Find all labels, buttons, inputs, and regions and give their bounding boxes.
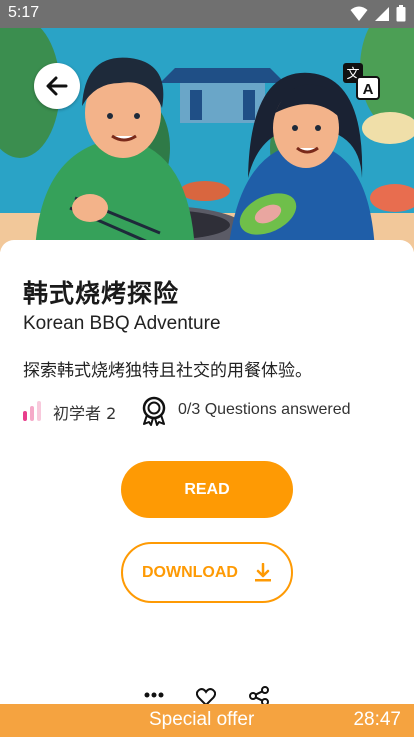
- level-label: 初学者 2: [53, 404, 117, 423]
- story-title-english: Korean BBQ Adventure: [23, 313, 221, 334]
- special-offer-bar[interactable]: Special offer 28:47: [0, 704, 414, 737]
- read-button[interactable]: READ: [121, 461, 293, 518]
- story-meta-row: 初学者 2 0/3 Questions answered: [23, 396, 403, 426]
- back-button[interactable]: [34, 63, 80, 109]
- level-bars-icon: [23, 401, 41, 421]
- svg-text:A: A: [363, 81, 374, 98]
- download-icon: [254, 562, 271, 581]
- download-button[interactable]: DOWNLOAD: [121, 542, 293, 603]
- battery-icon: [396, 5, 406, 22]
- status-time: 5:17: [8, 4, 40, 21]
- status-bar: 5:17: [0, 0, 414, 28]
- status-icons: [350, 5, 406, 22]
- translate-icon: 文 A: [343, 63, 380, 100]
- award-icon: [142, 396, 166, 426]
- share-icon[interactable]: [249, 686, 269, 706]
- read-button-label: READ: [184, 480, 230, 498]
- more-options-icon[interactable]: [144, 692, 164, 698]
- story-description: 探索韩式烧烤独特且社交的用餐体验。: [23, 361, 312, 381]
- special-offer-label: Special offer: [149, 709, 255, 730]
- action-row: [140, 686, 280, 706]
- wifi-icon: [350, 6, 368, 21]
- offer-countdown-timer: 28:47: [353, 709, 401, 730]
- story-title-chinese: 韩式烧烤探险: [23, 279, 180, 308]
- signal-icon: [375, 6, 389, 21]
- questions-progress-label: 0/3 Questions answered: [178, 401, 351, 418]
- translate-button[interactable]: 文 A: [341, 61, 381, 101]
- arrow-left-icon: [46, 76, 68, 96]
- download-button-label: DOWNLOAD: [142, 563, 238, 581]
